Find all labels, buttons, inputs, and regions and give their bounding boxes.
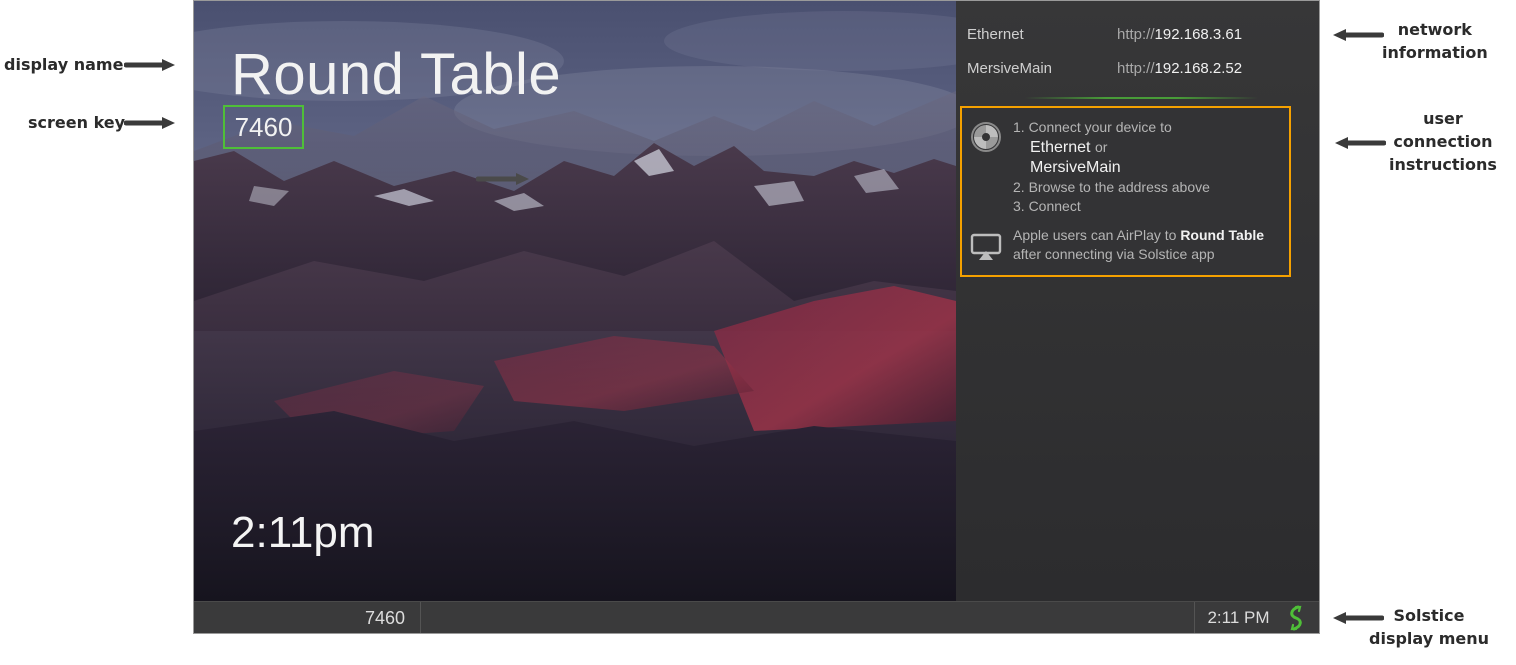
- annotation-display-name: display name: [4, 55, 124, 74]
- step-1: 1. Connect your device to: [1013, 119, 1172, 135]
- network-address: http://192.168.3.61: [1117, 26, 1243, 43]
- display-name: Round Table: [231, 42, 562, 107]
- step-1-network-a: Ethernet or: [1030, 139, 1108, 156]
- arrow-right-icon: [124, 116, 176, 130]
- arrow-right-icon: [124, 58, 176, 72]
- annotation-screen-key: screen key: [28, 113, 126, 132]
- divider: [1025, 97, 1258, 99]
- taskbar-time: 2:11 PM: [1194, 602, 1282, 633]
- solstice-menu-icon[interactable]: [1284, 605, 1308, 631]
- annotation-network-information: network information: [1382, 20, 1488, 62]
- network-name: MersiveMain: [967, 60, 1053, 77]
- taskbar-screen-key: 7460: [194, 602, 421, 633]
- network-address: http://192.168.2.52: [1117, 60, 1243, 77]
- airplay-icon: [970, 232, 1002, 262]
- network-name: Ethernet: [967, 26, 1024, 43]
- clock: 2:11pm: [231, 508, 375, 557]
- info-panel: Ethernet http://192.168.3.61 MersiveMain…: [956, 1, 1319, 601]
- solstice-logo-icon: [970, 121, 1002, 153]
- arrow-left-icon: [1334, 136, 1386, 150]
- screen-key: 7460: [223, 105, 304, 149]
- step-2: 2. Browse to the address above: [1013, 179, 1210, 195]
- step-3: 3. Connect: [1013, 198, 1081, 214]
- instruction-steps: 1. Connect your device to Ethernet or Me…: [1013, 118, 1210, 216]
- arrow-left-icon: [1332, 28, 1384, 42]
- annotation-solstice-display-menu: Solstice display menu: [1369, 606, 1490, 648]
- taskbar: 7460 2:11 PM: [194, 601, 1319, 633]
- arrow-right-icon: [475, 172, 530, 186]
- airplay-note: Apple users can AirPlay to Round Table a…: [1013, 227, 1265, 262]
- annotation-user-connection-instructions: user connection instructions: [1389, 109, 1497, 174]
- step-1-network-b: MersiveMain: [1030, 159, 1121, 176]
- connection-instructions: 1. Connect your device to Ethernet or Me…: [960, 106, 1291, 277]
- solstice-display-screen: Round Table 7460 2:11pm Ethernet http://…: [193, 0, 1320, 634]
